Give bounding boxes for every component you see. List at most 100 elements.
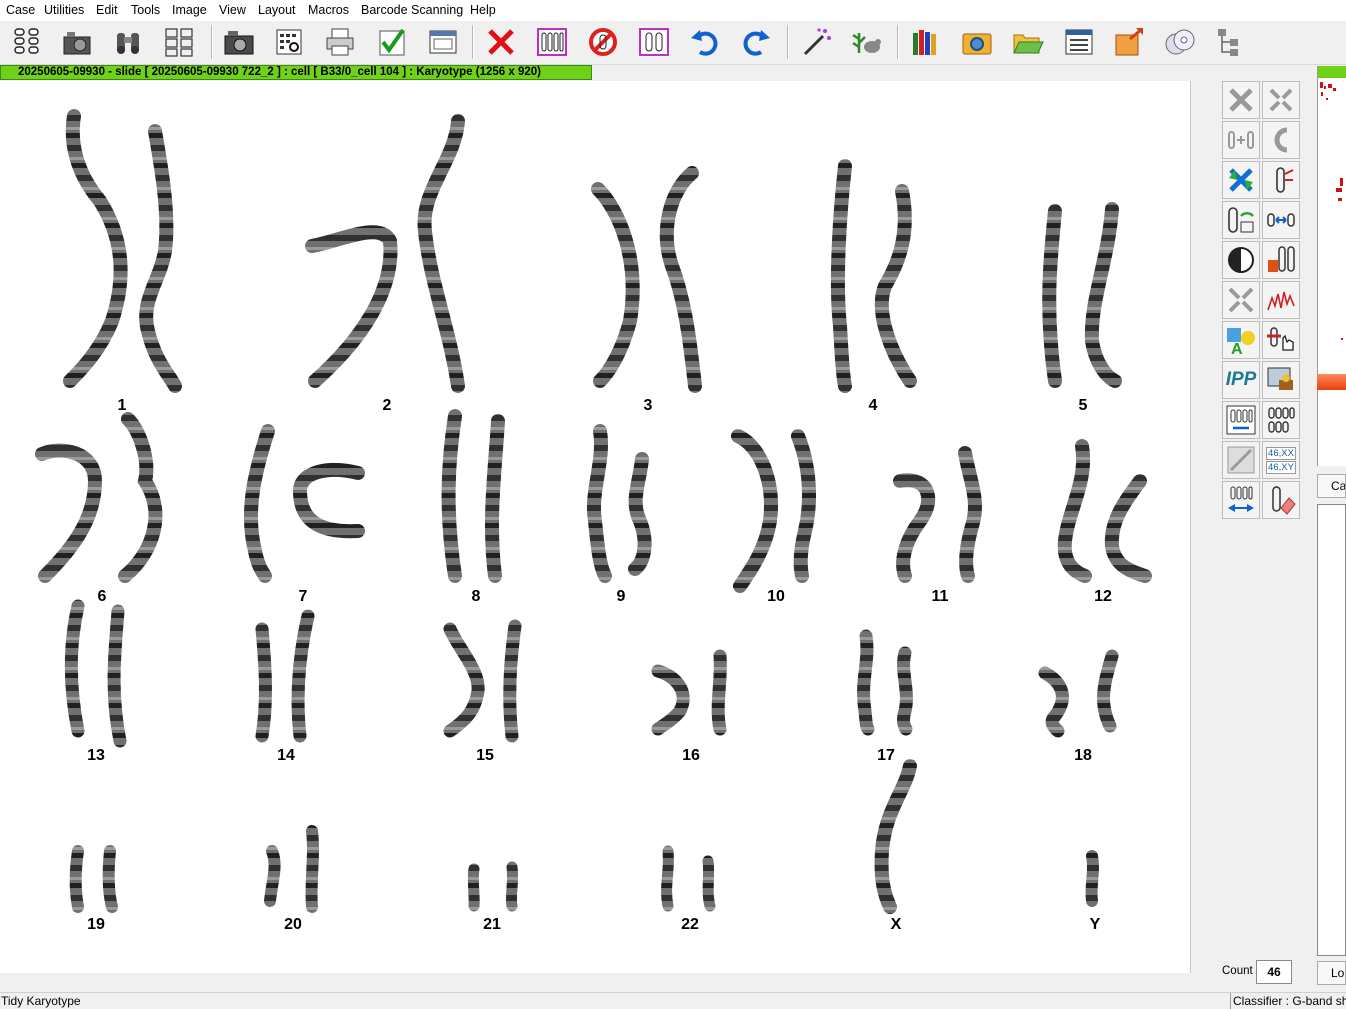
cases-button[interactable]: Ca: [1317, 474, 1346, 498]
profile-icon[interactable]: [1262, 281, 1300, 319]
chromosome-label-4: 4: [868, 397, 878, 414]
measure-icon[interactable]: [1262, 201, 1300, 239]
menu-edit[interactable]: Edit: [96, 3, 118, 17]
open-folder-icon[interactable]: [1009, 23, 1047, 61]
karyogram-select-icon[interactable]: [533, 23, 571, 61]
camera-capture-icon[interactable]: [220, 23, 258, 61]
menu-image[interactable]: Image: [172, 3, 207, 17]
chromosome-pair-icon[interactable]: [635, 23, 673, 61]
menu-view[interactable]: View: [219, 3, 246, 17]
menu-help[interactable]: Help: [470, 3, 496, 17]
chromosome-17a: [857, 629, 875, 736]
books-icon[interactable]: [907, 23, 945, 61]
cd-icon[interactable]: [1161, 23, 1199, 61]
load-button[interactable]: Lo: [1317, 961, 1346, 985]
contrast-icon[interactable]: [1222, 241, 1260, 279]
chromosome-5a: [1042, 204, 1062, 388]
chromosome-18a: [1038, 666, 1069, 738]
list-window-icon[interactable]: [1060, 23, 1098, 61]
printer-icon[interactable]: [321, 23, 359, 61]
join-icon[interactable]: [1222, 121, 1260, 159]
display-icon[interactable]: [1262, 361, 1300, 399]
menu-barcode-scanning[interactable]: Barcode Scanning: [361, 3, 463, 17]
chromosome-7a: [243, 424, 275, 583]
menu-case[interactable]: Case: [6, 3, 35, 17]
chromosome-y: [1085, 850, 1099, 907]
redo-icon[interactable]: [737, 23, 775, 61]
chromosome-x: [874, 759, 917, 914]
sex-chromosome-icon[interactable]: 46,XX 46,XY: [1262, 441, 1300, 479]
chromosome-label-18: 18: [1074, 747, 1092, 764]
binoculars-icon[interactable]: [109, 23, 147, 61]
not-allowed-icon[interactable]: [584, 23, 622, 61]
cut-chromosome-icon[interactable]: [1262, 81, 1300, 119]
chromosome-layout-icon[interactable]: [160, 23, 198, 61]
chromosome-18b: [1097, 649, 1119, 733]
ipp-icon[interactable]: IPP: [1222, 361, 1260, 399]
camera-icon[interactable]: [58, 23, 96, 61]
chromosome-17b: [896, 646, 913, 736]
export-box-icon[interactable]: [1110, 23, 1148, 61]
grid-icon[interactable]: [1262, 401, 1300, 439]
chromosome-label-11: 11: [931, 588, 949, 605]
chromosome-1b: [139, 124, 182, 393]
swap-icon[interactable]: [1222, 161, 1260, 199]
chromosome-label-9: 9: [616, 588, 626, 605]
split-icon[interactable]: [1222, 281, 1260, 319]
status-message: Tidy Karyotype: [1, 994, 81, 1008]
tree-icon[interactable]: [1212, 23, 1250, 61]
straighten-icon[interactable]: [1262, 161, 1300, 199]
chromosome-9b: [628, 452, 652, 576]
pair-edit-icon[interactable]: [1262, 241, 1300, 279]
chromosome-10b: [791, 429, 817, 583]
gear-folder-icon[interactable]: [958, 23, 996, 61]
chromosome-label-3: 3: [643, 397, 653, 414]
case-list[interactable]: [1317, 504, 1346, 956]
chromosome-label-17: 17: [877, 747, 895, 764]
chromosome-2b: [417, 114, 465, 393]
undo-icon[interactable]: [686, 23, 724, 61]
chromosome-16a: [651, 664, 690, 736]
menu-macros[interactable]: Macros: [308, 3, 349, 17]
chromosome-label-16: 16: [682, 747, 700, 764]
chromosome-12b: [1104, 474, 1152, 583]
chromosome-22b: [702, 855, 716, 912]
rotate-icon[interactable]: [1222, 201, 1260, 239]
sex-xx-label: 46,XX: [1266, 446, 1296, 460]
preview-panel: [1317, 66, 1346, 374]
toolbar: [0, 21, 1346, 65]
delete-icon[interactable]: [1222, 81, 1260, 119]
menu-utilities[interactable]: Utilities: [44, 3, 84, 17]
menu-tools[interactable]: Tools: [131, 3, 160, 17]
bend-icon[interactable]: [1262, 121, 1300, 159]
plant-animal-icon[interactable]: [847, 23, 885, 61]
scan-slide-icon[interactable]: [270, 23, 308, 61]
count-value: 46: [1256, 960, 1292, 984]
checkmark-icon[interactable]: [373, 23, 411, 61]
chromosome-15a: [443, 622, 485, 738]
chromosome-label-20: 20: [284, 916, 302, 933]
reject-x-icon[interactable]: [482, 23, 520, 61]
annotate-icon[interactable]: A: [1222, 321, 1260, 359]
layout-arrows-icon[interactable]: [1222, 481, 1260, 519]
chromosome-11b: [958, 446, 982, 583]
chromosome-13b: [107, 604, 127, 748]
chromosome-label-21: 21: [483, 916, 501, 933]
chromosome-label-12: 12: [1094, 588, 1112, 605]
chromosome-1a: [63, 109, 128, 388]
chromosome-5b: [1084, 202, 1122, 388]
karyotype-canvas[interactable]: 1 2 3 4 5 6 7 8 9 10 11 12 13 14 15 16 1…: [0, 81, 1191, 973]
karyogram-view-icon[interactable]: [1222, 401, 1260, 439]
magic-wand-icon[interactable]: [797, 23, 835, 61]
chromosome-label-2: 2: [382, 397, 392, 414]
chromosome-6a: [35, 443, 103, 583]
karyotype-grid-icon[interactable]: [8, 23, 46, 61]
chromosome-label-y: Y: [1089, 916, 1101, 933]
select-hand-icon[interactable]: [1262, 321, 1300, 359]
window-icon[interactable]: [424, 23, 462, 61]
enhance-icon[interactable]: [1222, 441, 1260, 479]
status-bar: Tidy Karyotype Classifier : G-band sho: [0, 992, 1346, 1009]
eraser-icon[interactable]: [1262, 481, 1300, 519]
side-tool-palette: A IPP 46,XX 46,XY: [1221, 80, 1303, 520]
menu-layout[interactable]: Layout: [258, 3, 296, 17]
